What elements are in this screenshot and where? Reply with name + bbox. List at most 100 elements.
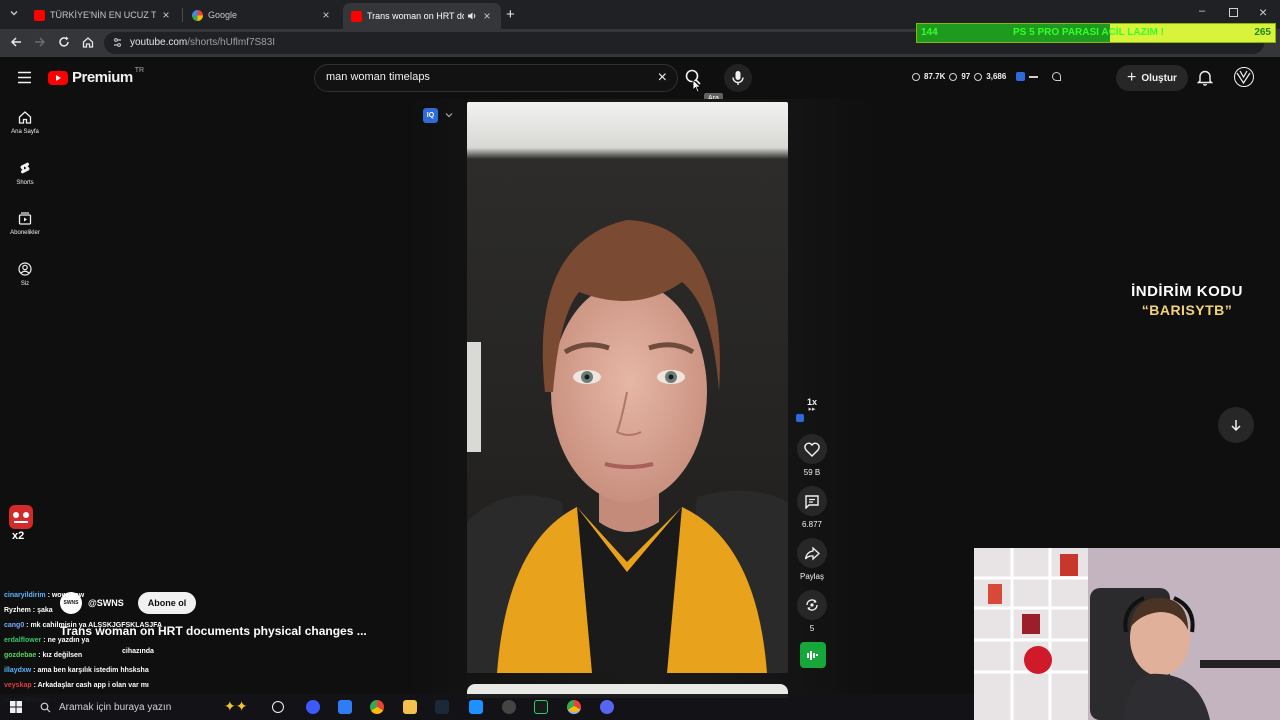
chevron-down-icon[interactable] [444,110,454,120]
sparkle-decoration-icon: ✦✦ [224,698,248,714]
iq-mini-icon[interactable] [796,414,804,422]
sparkle-icon[interactable] [1052,72,1062,81]
discord-icon[interactable] [600,700,614,714]
windows-taskbar: Aramak için buraya yazın ✦✦ [0,694,974,720]
chrome-icon[interactable] [370,700,384,714]
home-button-icon[interactable] [81,35,97,51]
taskbar-app-icon[interactable] [306,700,320,714]
remix-icon [806,599,818,611]
clock-icon [912,72,920,81]
sound-channel-thumbnail[interactable] [800,642,826,668]
close-window-icon[interactable]: × [1259,4,1267,20]
windows-start-icon[interactable] [10,701,22,713]
microphone-icon [732,71,744,85]
browser-tab[interactable]: Google × [184,3,340,27]
chat-username: illaydxw [4,667,32,674]
share-icon [804,546,820,560]
notifications-bell-icon[interactable] [1197,69,1213,86]
shorts-icon [20,162,30,174]
maximize-icon[interactable] [1229,8,1238,17]
short-channel-row: SWNS @SWNS Abone ol [60,592,197,614]
close-tab-icon[interactable]: × [320,8,332,22]
guide-item-home[interactable]: Ana Sayfa [0,110,50,135]
back-icon[interactable] [9,35,25,51]
webcam-frame [974,548,1280,720]
discount-line-1: İNDİRİM KODU [1131,283,1243,300]
remix-button[interactable]: 5 [792,590,832,633]
playback-speed[interactable]: 1x ▸▸ [800,397,824,413]
discount-code: “BARISYTB” [1141,302,1233,318]
store-icon[interactable] [338,700,352,714]
short-video-player[interactable] [467,102,788,673]
taskbar-search[interactable]: Aramak için buraya yazın [34,697,256,717]
minimize-icon[interactable]: – [1199,5,1205,17]
guide-label: Ana Sayfa [11,129,39,135]
browser-tab-active[interactable]: Trans woman on HRT docum × [343,3,501,29]
search-box[interactable]: man woman timelaps × [314,64,678,92]
arrow-down-icon [1231,420,1241,432]
share-label: Paylaş [799,572,824,581]
tab-title: TÜRKİYE'NİN EN UCUZ TAVUK ! [50,10,156,20]
clear-search-icon[interactable]: × [658,69,667,87]
channel-avatar[interactable]: SWNS [60,592,82,614]
task-view-icon[interactable] [272,701,284,713]
guide-menu-icon[interactable] [17,71,32,84]
chat-text: : Arkadaşlar cash app i olan var mı [31,682,149,689]
taskbar-app-icon[interactable] [469,700,483,714]
steam-icon[interactable] [435,700,449,714]
chrome-active-icon[interactable] [567,700,581,714]
plus-icon: + [1127,69,1137,86]
url-text: youtube.com/shorts/hUflmf7S83I [130,37,276,48]
streamer-webcam [974,548,1280,720]
speaker-icon[interactable] [467,11,477,21]
chat-username: gozdebae [4,652,37,659]
browser-tab[interactable]: TÜRKİYE'NİN EN UCUZ TAVUK ! × [26,3,180,27]
like-button[interactable]: 59 B [792,434,832,477]
list-icon[interactable] [1029,75,1039,78]
search-input[interactable]: man woman timelaps [326,71,430,83]
new-tab-icon[interactable]: + [506,6,515,23]
tab-search-chevron-icon[interactable] [8,7,24,23]
taskbar-app-icon[interactable] [534,700,548,714]
next-short-button[interactable] [1218,407,1254,443]
youtube-favicon-icon [351,10,362,22]
channel-handle[interactable]: @SWNS [88,598,124,608]
guide-item-subscriptions[interactable]: Abonelikler [0,211,50,236]
iq-extension-icon[interactable]: IQ [423,108,438,123]
like-count: 59 B [803,468,821,477]
reload-icon[interactable] [57,35,73,51]
create-button[interactable]: + Oluştur [1116,65,1188,91]
chat-username: Ryzhem [4,607,31,614]
guide-item-you[interactable]: Siz [0,262,50,287]
eye-icon [949,72,958,81]
chat-username: erdalflower [4,637,42,644]
youtube-premium-logo[interactable]: Premium TR [48,67,144,86]
subscriptions-icon [18,212,32,225]
chat-username: veyskap [4,682,32,689]
close-tab-icon[interactable]: × [160,8,172,22]
guide-item-shorts[interactable]: Shorts [0,161,50,186]
chat-message: gozdebae : kız değilsen [4,648,304,663]
site-info-icon[interactable] [112,37,123,48]
avatar[interactable] [1234,67,1254,87]
close-tab-icon[interactable]: × [481,9,493,23]
chat-message: illaydxw : ama ben karşılık istedim hhsk… [4,663,304,678]
share-button[interactable]: Paylaş [792,538,832,581]
extension-stats: 87.7K 97 3,686 [912,72,1062,81]
subscribe-button[interactable]: Abone ol [137,592,197,614]
goal-message: PS 5 PRO PARASI ACİL LAZIM ! [1013,27,1164,38]
short-title[interactable]: Trans woman on HRT documents physical ch… [60,624,367,638]
guide-label: Siz [20,281,30,287]
file-explorer-icon[interactable] [403,700,417,714]
obs-icon[interactable] [502,700,516,714]
heart-icon [804,442,820,457]
taskbar-search-icon [40,702,51,712]
chat-message: veyskap : Arkadaşlar cash app i olan var… [4,678,304,693]
comments-button[interactable]: 6.877 [792,486,832,529]
taskbar-search-placeholder: Aramak için buraya yazın [59,701,172,713]
forward-icon[interactable] [33,35,49,51]
discount-code-overlay: İNDİRİM KODU “BARISYTB” [1108,283,1266,319]
chat-text: : ne yazdın ya [41,637,90,644]
voice-search-button[interactable] [724,64,752,92]
extension-badge-icon[interactable] [1016,72,1026,81]
